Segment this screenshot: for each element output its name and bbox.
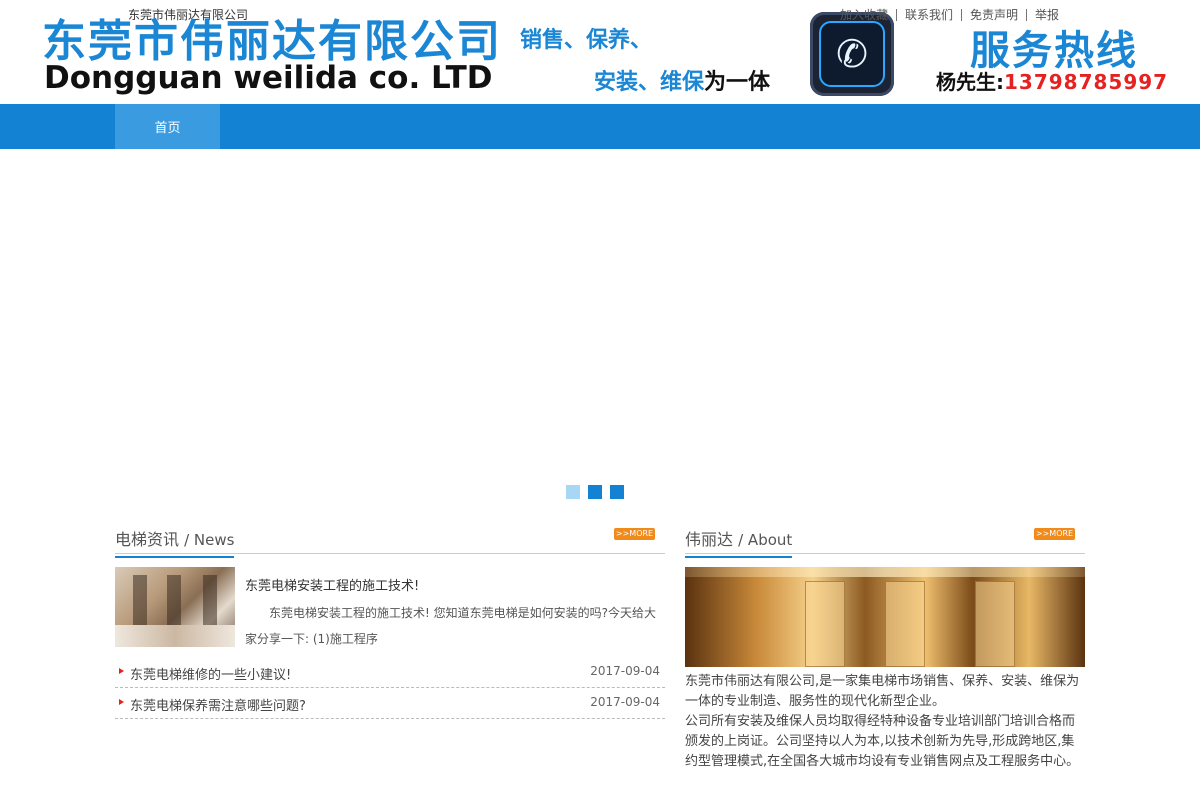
list-item[interactable]: 东莞电梯维修的一些小建议! 2017-09-04: [115, 657, 665, 688]
phone-icon: ✆: [819, 21, 885, 87]
news-item-date: 2017-09-04: [590, 664, 660, 678]
link-contact-us[interactable]: 联系我们: [897, 6, 961, 23]
slider-dot-1[interactable]: [566, 485, 580, 499]
logo-english[interactable]: Dongguan weilida co. LTD: [44, 60, 493, 96]
slogan-line-1: 销售、保养、: [520, 28, 653, 53]
slider-dot-2[interactable]: [588, 485, 602, 499]
image-detail: [885, 581, 925, 667]
nav-item-home[interactable]: 首页: [115, 104, 220, 149]
about-paragraph-1: 东莞市伟丽达有限公司,是一家集电梯市场销售、保养、安装、维保为一体的专业制造、服…: [685, 674, 1080, 709]
bullet-arrow-icon: [119, 668, 124, 674]
image-detail: [805, 581, 845, 667]
site-header: 东莞市伟丽达有限公司 东莞市伟丽达有限公司 Dongguan weilida c…: [0, 0, 1200, 104]
about-more-button[interactable]: >>MORE: [1034, 528, 1075, 540]
news-featured-image[interactable]: [115, 567, 235, 647]
image-detail: [685, 567, 1085, 577]
news-title-en: / News: [184, 531, 235, 549]
about-image: [685, 567, 1085, 667]
link-add-favorite[interactable]: 加入收藏: [840, 6, 896, 23]
about-text: 东莞市伟丽达有限公司,是一家集电梯市场销售、保养、安装、维保为一体的专业制造、服…: [685, 672, 1085, 772]
slider-dot-3[interactable]: [610, 485, 624, 499]
bullet-arrow-icon: [119, 699, 124, 705]
hotline-contact-name: 杨先生:: [936, 70, 1004, 94]
news-list: 东莞电梯维修的一些小建议! 2017-09-04 东莞电梯保养需注意哪些问题? …: [115, 657, 665, 719]
news-featured-desc: 东莞电梯安装工程的施工技术! 您知道东莞电梯是如何安装的吗?今天给大家分享一下:…: [245, 606, 656, 646]
banner-slider: [0, 149, 1200, 509]
hotline-contact: 杨先生:13798785997: [936, 66, 1168, 95]
image-detail: [115, 625, 235, 647]
news-item-title[interactable]: 东莞电梯维修的一些小建议!: [130, 664, 291, 683]
news-more-button[interactable]: >>MORE: [614, 528, 655, 540]
about-section-title[interactable]: 伟丽达 / About: [685, 526, 793, 558]
hotline-number: 13798785997: [1004, 70, 1169, 94]
image-detail: [975, 581, 1015, 667]
main-nav: 首页: [0, 104, 1200, 149]
about-title-cn: 伟丽达: [685, 530, 734, 549]
news-section-header: 电梯资讯 / News >>MORE: [115, 522, 665, 558]
about-section-header: 伟丽达 / About >>MORE: [685, 522, 1085, 558]
news-item-title[interactable]: 东莞电梯保养需注意哪些问题?: [130, 695, 306, 714]
phone-icon-box: ✆: [810, 12, 894, 96]
news-title-cn: 电梯资讯: [115, 530, 180, 549]
news-featured-title[interactable]: 东莞电梯安装工程的施工技术!: [245, 575, 419, 594]
list-item[interactable]: 东莞电梯保养需注意哪些问题? 2017-09-04: [115, 688, 665, 719]
news-section-title[interactable]: 电梯资讯 / News: [115, 526, 235, 558]
slider-dots: [566, 485, 624, 499]
about-paragraph-2: 公司所有安装及维保人员均取得经特种设备专业培训部门培训合格而颁发的上岗证。公司坚…: [685, 714, 1080, 769]
slogan-line-2-dark: 为一体: [704, 70, 771, 95]
about-title-en: / About: [738, 531, 793, 549]
slogan-line-2: 安装、维保为一体: [594, 64, 770, 96]
news-item-date: 2017-09-04: [590, 695, 660, 709]
slogan-line-2-blue: 安装、维保: [594, 70, 705, 95]
